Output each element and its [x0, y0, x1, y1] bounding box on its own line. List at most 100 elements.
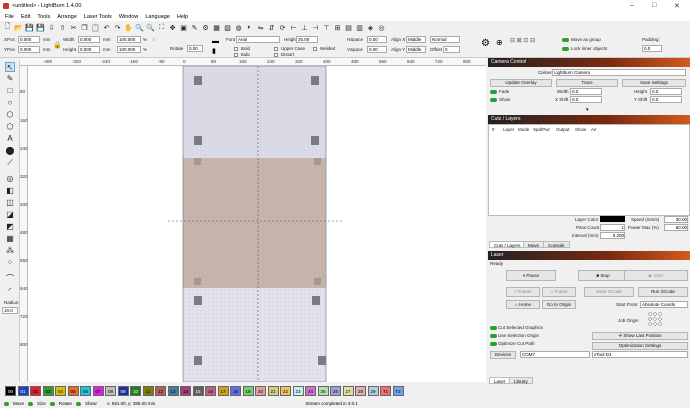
- polygon-icon[interactable]: ⬡: [5, 110, 15, 120]
- palette-swatch[interactable]: T2: [392, 386, 404, 396]
- tab-cuts-layers[interactable]: Cuts / Layers: [489, 241, 526, 248]
- maximize-button[interactable]: □: [652, 2, 656, 9]
- tab-console[interactable]: Console: [543, 241, 570, 248]
- pass-count-input[interactable]: 1: [600, 224, 625, 231]
- palette-swatch[interactable]: 12: [155, 386, 166, 396]
- palette-swatch[interactable]: 26: [330, 386, 341, 396]
- save-settings-button[interactable]: Save Settings: [622, 79, 686, 87]
- palette-swatch[interactable]: 08: [105, 386, 116, 396]
- width-input[interactable]: 0.000: [78, 36, 100, 43]
- rotate-icon[interactable]: ⟳: [278, 23, 287, 32]
- cut-icon[interactable]: ✂: [69, 23, 78, 32]
- move-group-toggle[interactable]: [562, 38, 569, 42]
- offset-tool-icon[interactable]: ◎: [5, 174, 15, 184]
- vspace-input[interactable]: 0.00: [367, 46, 387, 53]
- rotate-input[interactable]: 0.00: [187, 45, 203, 52]
- bold-checkbox[interactable]: [234, 47, 238, 51]
- show-toggle[interactable]: [490, 98, 497, 102]
- palette-swatch[interactable]: 21: [267, 386, 279, 396]
- optimization-settings-button[interactable]: Optimization Settings: [592, 342, 688, 350]
- stop-button[interactable]: ■ Stop: [578, 270, 628, 281]
- menu-language[interactable]: Language: [145, 14, 169, 20]
- zoom-in-icon[interactable]: 🔍: [135, 23, 144, 32]
- aligny-select[interactable]: Middle: [406, 46, 426, 53]
- pan-icon[interactable]: ✋: [124, 23, 133, 32]
- trace-button[interactable]: Trace: [556, 79, 618, 87]
- new-file-icon[interactable]: 🗋: [3, 23, 12, 32]
- use-selection-toggle[interactable]: [490, 334, 497, 338]
- padding-input[interactable]: 0.0: [642, 45, 662, 52]
- fade-toggle[interactable]: [490, 90, 497, 94]
- save-as-icon[interactable]: 💾: [36, 23, 45, 32]
- palette-swatch[interactable]: 10: [130, 386, 141, 396]
- tab-library[interactable]: Library: [509, 377, 533, 384]
- offset-input[interactable]: 0: [443, 46, 460, 53]
- layer-color-swatch[interactable]: [600, 216, 625, 222]
- mirror-vertical-icon[interactable]: ▮: [212, 47, 216, 55]
- start-button[interactable]: ▶ Start: [624, 270, 688, 281]
- align-right-icon[interactable]: ⊣: [311, 23, 320, 32]
- cuts-table[interactable]: # Layer Mode Spd/Pwr Output Show Air: [488, 124, 690, 216]
- width-percent-input[interactable]: 100.000: [117, 36, 141, 43]
- xshift-input[interactable]: 0.0: [570, 96, 602, 103]
- text-mode-select[interactable]: Normal: [430, 36, 460, 43]
- cam-width-input[interactable]: 0.0: [570, 88, 602, 95]
- palette-swatch[interactable]: 14: [180, 386, 191, 396]
- select-icon[interactable]: ↖: [5, 62, 15, 72]
- close-button[interactable]: ✕: [674, 2, 680, 10]
- zoom-fit-icon[interactable]: ⛶: [157, 23, 166, 32]
- palette-swatch[interactable]: 03: [42, 386, 54, 396]
- home-button[interactable]: ⌂ Home: [506, 300, 540, 309]
- pause-button[interactable]: ⏸ Pause: [506, 270, 556, 281]
- tab-laser[interactable]: Laser: [489, 377, 511, 384]
- yshift-input[interactable]: 0.0: [650, 96, 682, 103]
- alignx-select[interactable]: Middle: [406, 36, 426, 43]
- camera-tool-icon[interactable]: ⊕: [496, 38, 503, 47]
- welded-checkbox[interactable]: [313, 47, 317, 51]
- palette-swatch[interactable]: 29: [367, 386, 379, 396]
- save-gcode-button[interactable]: Save GCode: [584, 287, 634, 297]
- port-select[interactable]: COM7: [520, 351, 590, 358]
- undo-icon[interactable]: ↶: [102, 23, 111, 32]
- distort-checkbox[interactable]: [274, 53, 278, 57]
- position-icon[interactable]: ⬤: [5, 146, 15, 156]
- palette-swatch[interactable]: T1: [380, 386, 391, 396]
- save-icon[interactable]: 💾: [25, 23, 34, 32]
- mirror-horizontal-icon[interactable]: ▬: [212, 38, 219, 45]
- height-input[interactable]: 0.000: [78, 46, 100, 53]
- cut-selected-toggle[interactable]: [490, 326, 497, 330]
- palette-swatch[interactable]: 20: [255, 386, 266, 396]
- palette-swatch[interactable]: 22: [280, 386, 291, 396]
- lock-icon[interactable]: 🔒: [53, 41, 62, 49]
- shear-toggle[interactable]: [76, 401, 82, 406]
- export-icon[interactable]: ⇧: [58, 23, 67, 32]
- mirror-h-icon[interactable]: ⇋: [256, 23, 265, 32]
- dot-grid-icon[interactable]: ⁙: [152, 37, 156, 43]
- menu-tools[interactable]: Tools: [37, 14, 50, 20]
- palette-swatch[interactable]: 15: [192, 386, 204, 396]
- corner-alt-icon[interactable]: ◜: [5, 286, 15, 296]
- menu-edit[interactable]: Edit: [21, 14, 30, 20]
- tab-move[interactable]: Move: [523, 241, 545, 248]
- minimize-button[interactable]: –: [630, 2, 634, 9]
- palette-swatch[interactable]: 00: [5, 386, 16, 396]
- array-icon[interactable]: ▥: [355, 23, 364, 32]
- devices-button[interactable]: Devices: [490, 351, 516, 359]
- align-top-icon[interactable]: ⊤: [322, 23, 331, 32]
- trace-icon[interactable]: ✎: [190, 23, 199, 32]
- mirror-v-icon[interactable]: ⇵: [267, 23, 276, 32]
- palette-swatch[interactable]: 05: [67, 386, 79, 396]
- palette-swatch[interactable]: 16: [205, 386, 216, 396]
- grid-array-icon[interactable]: ▦: [5, 234, 15, 244]
- palette-swatch[interactable]: 01: [17, 386, 29, 396]
- menu-file[interactable]: File: [5, 14, 14, 20]
- uppercase-checkbox[interactable]: [274, 47, 278, 51]
- weld-icon[interactable]: ◍: [234, 23, 243, 32]
- palette-swatch[interactable]: 19: [242, 386, 254, 396]
- move-icon[interactable]: ✥: [168, 23, 177, 32]
- update-overlay-button[interactable]: Update Overlay: [490, 79, 552, 87]
- menu-arrange[interactable]: Arrange: [57, 14, 77, 20]
- work-canvas[interactable]: [28, 66, 486, 382]
- radius-input[interactable]: 10.0: [2, 307, 18, 314]
- import-icon[interactable]: ⇩: [47, 23, 56, 32]
